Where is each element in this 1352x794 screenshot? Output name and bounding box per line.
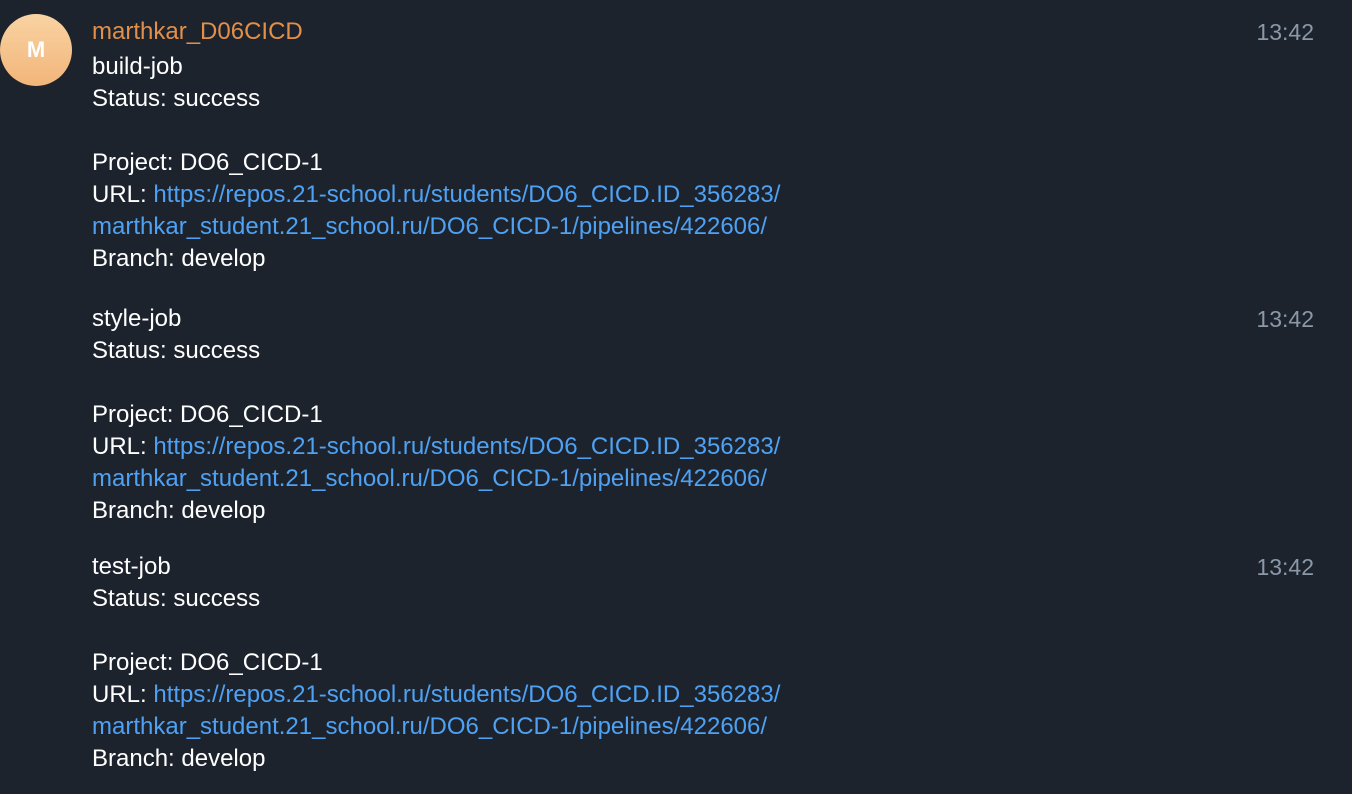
job-branch: Branch: develop bbox=[92, 497, 266, 524]
job-url-row-continued: marthkar_student.21_school.ru/DO6_CICD-1… bbox=[92, 463, 1272, 495]
pipeline-link[interactable]: https://repos.21-school.ru/students/DO6_… bbox=[153, 181, 780, 208]
url-label: URL: bbox=[92, 681, 154, 708]
job-name: test-job bbox=[92, 553, 171, 580]
pipeline-link[interactable]: https://repos.21-school.ru/students/DO6_… bbox=[153, 433, 780, 460]
job-url-row: URL: https://repos.21-school.ru/students… bbox=[92, 431, 1272, 463]
job-status: Status: success bbox=[92, 585, 261, 612]
pipeline-link-continued[interactable]: marthkar_student.21_school.ru/DO6_CICD-1… bbox=[92, 465, 767, 492]
message-build-job: build-job Status: success Project: DO6_C… bbox=[92, 51, 1272, 275]
job-project: Project: DO6_CICD-1 bbox=[92, 401, 323, 428]
sender-name[interactable]: marthkar_D06CICD bbox=[92, 16, 303, 48]
url-label: URL: bbox=[92, 433, 154, 460]
job-branch: Branch: develop bbox=[92, 245, 266, 272]
job-branch: Branch: develop bbox=[92, 745, 266, 772]
avatar-initial: M bbox=[26, 37, 46, 62]
job-url-row: URL: https://repos.21-school.ru/students… bbox=[92, 679, 1272, 711]
pipeline-link-continued[interactable]: marthkar_student.21_school.ru/DO6_CICD-1… bbox=[92, 713, 767, 740]
pipeline-link-continued[interactable]: marthkar_student.21_school.ru/DO6_CICD-1… bbox=[92, 213, 767, 240]
job-name: build-job bbox=[92, 53, 183, 80]
job-url-row-continued: marthkar_student.21_school.ru/DO6_CICD-1… bbox=[92, 211, 1272, 243]
job-name: style-job bbox=[92, 305, 182, 332]
chat-history: M marthkar_D06CICD 13:42 build-job Statu… bbox=[0, 0, 1352, 794]
job-url-row: URL: https://repos.21-school.ru/students… bbox=[92, 179, 1272, 211]
job-status: Status: success bbox=[92, 337, 261, 364]
job-project: Project: DO6_CICD-1 bbox=[92, 649, 323, 676]
message-timestamp: 13:42 bbox=[1256, 19, 1314, 45]
message-style-job: style-job Status: success Project: DO6_C… bbox=[92, 303, 1272, 527]
job-url-row-continued: marthkar_student.21_school.ru/DO6_CICD-1… bbox=[92, 711, 1272, 743]
pipeline-link[interactable]: https://repos.21-school.ru/students/DO6_… bbox=[153, 681, 780, 708]
job-status: Status: success bbox=[92, 85, 261, 112]
job-project: Project: DO6_CICD-1 bbox=[92, 149, 323, 176]
url-label: URL: bbox=[92, 181, 154, 208]
message-test-job: test-job Status: success Project: DO6_CI… bbox=[92, 551, 1272, 775]
sender-avatar[interactable]: M bbox=[0, 14, 72, 86]
